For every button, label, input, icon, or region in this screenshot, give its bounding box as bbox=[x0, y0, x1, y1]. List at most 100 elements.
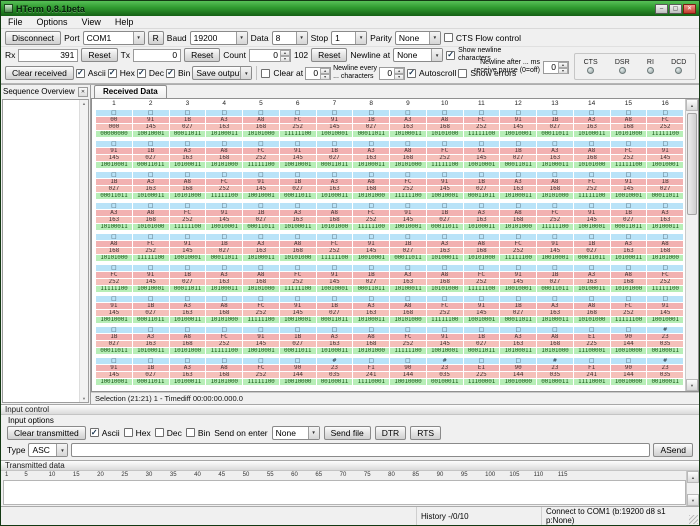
byte-cell-ascii[interactable]: □ bbox=[133, 141, 169, 147]
byte-cell-ascii[interactable]: □ bbox=[317, 203, 353, 209]
byte-cell-hex[interactable]: A8 bbox=[427, 117, 463, 123]
byte-cell-bin[interactable]: 10101000 bbox=[537, 348, 573, 354]
byte-cell-hex[interactable]: 1B bbox=[500, 303, 536, 309]
save-output-button[interactable]: Save output bbox=[192, 66, 252, 80]
byte-cell-hex[interactable]: A8 bbox=[170, 334, 206, 340]
byte-cell-ascii[interactable]: # bbox=[647, 358, 683, 364]
byte-cell-hex[interactable]: A3 bbox=[206, 272, 242, 278]
byte-cell-dec[interactable]: 145 bbox=[96, 155, 132, 161]
byte-cell-bin[interactable]: 11111100 bbox=[243, 162, 279, 168]
byte-cell-dec[interactable]: 252 bbox=[537, 217, 573, 223]
byte-cell-bin[interactable]: 10010001 bbox=[243, 193, 279, 199]
byte-cell-bin[interactable]: 10010001 bbox=[611, 193, 647, 199]
byte-cell-bin[interactable]: 10101000 bbox=[243, 131, 279, 137]
byte-cell-bin[interactable]: 10010001 bbox=[427, 193, 463, 199]
byte-cell-bin[interactable]: 00011011 bbox=[243, 224, 279, 230]
resize-grip[interactable] bbox=[689, 515, 698, 524]
byte-cell-bin[interactable]: 10010001 bbox=[427, 348, 463, 354]
byte-cell-hex[interactable]: A8 bbox=[574, 303, 610, 309]
asend-button[interactable]: ASend bbox=[653, 443, 693, 457]
byte-cell-dec[interactable]: 163 bbox=[574, 124, 610, 130]
byte-cell-hex[interactable]: FC bbox=[647, 272, 683, 278]
byte-cell-dec[interactable]: 027 bbox=[317, 310, 353, 316]
ascii-checkbox[interactable]: Ascii bbox=[76, 68, 106, 78]
byte-cell-ascii[interactable]: □ bbox=[574, 296, 610, 302]
byte-cell-bin[interactable]: 10101000 bbox=[170, 348, 206, 354]
byte-cell-hex[interactable]: A3 bbox=[500, 334, 536, 340]
byte-cell-ascii[interactable]: □ bbox=[280, 296, 316, 302]
byte-cell-dec[interactable]: 145 bbox=[96, 372, 132, 378]
byte-cell-ascii[interactable]: □ bbox=[574, 234, 610, 240]
byte-cell-ascii[interactable]: □ bbox=[427, 203, 463, 209]
byte-cell-dec[interactable]: 168 bbox=[96, 248, 132, 254]
byte-cell-dec[interactable]: 168 bbox=[243, 279, 279, 285]
byte-cell-bin[interactable]: 10101000 bbox=[500, 224, 536, 230]
byte-cell-bin[interactable]: 10101000 bbox=[206, 379, 242, 385]
byte-cell-dec[interactable]: 252 bbox=[390, 186, 426, 192]
byte-cell-dec[interactable]: 145 bbox=[464, 310, 500, 316]
byte-cell-bin[interactable]: 11110001 bbox=[353, 379, 389, 385]
byte-cell-hex[interactable]: A3 bbox=[170, 148, 206, 154]
byte-cell-hex[interactable]: 1B bbox=[133, 303, 169, 309]
byte-cell-bin[interactable]: 11111100 bbox=[647, 131, 683, 137]
byte-cell-ascii[interactable]: □ bbox=[537, 141, 573, 147]
byte-cell-bin[interactable]: 10100011 bbox=[206, 131, 242, 137]
byte-cell-dec[interactable]: 168 bbox=[243, 124, 279, 130]
rts-button[interactable]: RTS bbox=[410, 426, 441, 440]
byte-cell-ascii[interactable]: # bbox=[647, 327, 683, 333]
input-bin-checkbox[interactable]: Bin bbox=[186, 428, 210, 438]
byte-cell-ascii[interactable]: □ bbox=[390, 203, 426, 209]
received-grid-wrap[interactable]: 12345678910111213141516 □□□□□□□□□□□□□□□□… bbox=[92, 99, 685, 391]
byte-cell-ascii[interactable]: □ bbox=[243, 358, 279, 364]
byte-cell-bin[interactable]: 10010001 bbox=[574, 224, 610, 230]
byte-cell-ascii[interactable]: □ bbox=[96, 172, 132, 178]
byte-cell-hex[interactable]: FC bbox=[206, 179, 242, 185]
byte-cell-bin[interactable]: 10100011 bbox=[280, 224, 316, 230]
byte-cell-hex[interactable]: 91 bbox=[427, 334, 463, 340]
byte-cell-hex[interactable]: A8 bbox=[574, 148, 610, 154]
byte-cell-hex[interactable]: 1B bbox=[353, 117, 389, 123]
byte-cell-ascii[interactable]: □ bbox=[96, 358, 132, 364]
byte-cell-ascii[interactable]: □ bbox=[206, 358, 242, 364]
byte-cell-dec[interactable]: 252 bbox=[353, 217, 389, 223]
byte-cell-hex[interactable]: 1B bbox=[611, 210, 647, 216]
byte-cell-dec[interactable]: 027 bbox=[500, 310, 536, 316]
byte-cell-dec[interactable]: 252 bbox=[647, 279, 683, 285]
byte-cell-dec[interactable]: 163 bbox=[537, 155, 573, 161]
byte-cell-hex[interactable]: 23 bbox=[537, 365, 573, 371]
byte-cell-bin[interactable]: 10101000 bbox=[317, 224, 353, 230]
byte-cell-hex[interactable]: FC bbox=[96, 272, 132, 278]
byte-cell-ascii[interactable]: □ bbox=[317, 265, 353, 271]
byte-cell-ascii[interactable]: □ bbox=[574, 141, 610, 147]
byte-cell-ascii[interactable]: □ bbox=[427, 327, 463, 333]
byte-cell-dec[interactable]: 163 bbox=[133, 341, 169, 347]
byte-cell-ascii[interactable]: □ bbox=[647, 296, 683, 302]
byte-cell-dec[interactable]: 168 bbox=[500, 217, 536, 223]
byte-cell-ascii[interactable]: □ bbox=[133, 234, 169, 240]
byte-cell-hex[interactable]: A8 bbox=[390, 303, 426, 309]
byte-cell-hex[interactable]: A8 bbox=[464, 241, 500, 247]
byte-cell-ascii[interactable]: □ bbox=[390, 141, 426, 147]
byte-cell-ascii[interactable]: □ bbox=[427, 110, 463, 116]
spinner[interactable] bbox=[394, 68, 404, 79]
byte-cell-dec[interactable]: 163 bbox=[317, 186, 353, 192]
byte-cell-ascii[interactable]: □ bbox=[574, 110, 610, 116]
byte-cell-bin[interactable]: 00011011 bbox=[317, 317, 353, 323]
byte-cell-dec[interactable]: 145 bbox=[500, 124, 536, 130]
byte-cell-hex[interactable]: 91 bbox=[206, 210, 242, 216]
byte-cell-dec[interactable]: 168 bbox=[537, 341, 573, 347]
byte-cell-bin[interactable]: 11111100 bbox=[611, 162, 647, 168]
byte-cell-hex[interactable]: A3 bbox=[390, 117, 426, 123]
byte-cell-hex[interactable]: 91 bbox=[96, 365, 132, 371]
byte-cell-bin[interactable]: 00011011 bbox=[353, 131, 389, 137]
byte-cell-dec[interactable]: 168 bbox=[537, 186, 573, 192]
byte-cell-bin[interactable]: 00011011 bbox=[133, 162, 169, 168]
byte-cell-ascii[interactable]: □ bbox=[500, 110, 536, 116]
byte-cell-dec[interactable]: 163 bbox=[353, 155, 389, 161]
byte-cell-bin[interactable]: 10010001 bbox=[96, 162, 132, 168]
byte-cell-ascii[interactable]: # bbox=[427, 358, 463, 364]
clear-at-spinbox[interactable]: 0 bbox=[305, 67, 331, 80]
byte-cell-hex[interactable]: 23 bbox=[427, 365, 463, 371]
byte-cell-hex[interactable]: 91 bbox=[96, 148, 132, 154]
byte-cell-dec[interactable]: 145 bbox=[133, 124, 169, 130]
